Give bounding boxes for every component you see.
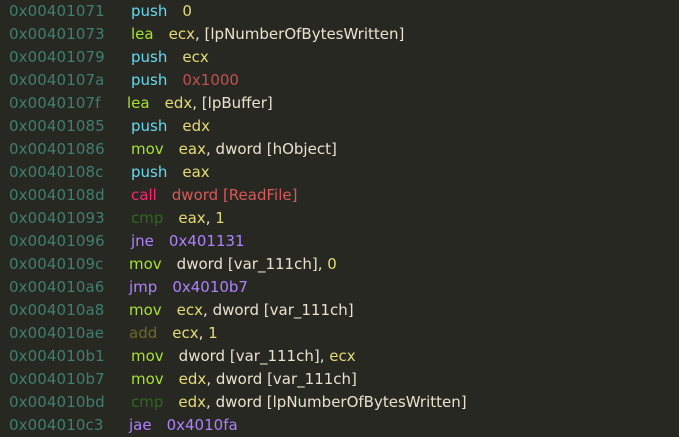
instruction-operands: edx — [182, 117, 210, 135]
instruction-address[interactable]: 0x00401071 — [9, 0, 105, 23]
instruction-operands: eax, 1 — [178, 209, 225, 227]
instruction-operands: ecx, dword [var_111ch] — [176, 301, 354, 319]
instruction-mnemonic: push — [131, 2, 168, 20]
instruction-mnemonic: mov — [129, 301, 162, 319]
instruction-address[interactable]: 0x00401079 — [9, 46, 105, 69]
instruction-address[interactable]: 0x00401086 — [9, 138, 105, 161]
instruction-address[interactable]: 0x004010a6 — [9, 276, 104, 299]
instruction-operands: dword [var_111ch], ecx — [178, 347, 356, 365]
instruction-mnemonic: mov — [131, 370, 164, 388]
instruction-address[interactable]: 0x0040108d — [9, 184, 105, 207]
instruction-mnemonic: mov — [131, 140, 164, 158]
instruction-operands: 0x4010fa — [166, 416, 238, 434]
instruction-operands: edx, dword [lpNumberOfBytesWritten] — [178, 393, 467, 411]
instruction-operands: 0x401131 — [168, 232, 245, 250]
instruction-operands: dword [ReadFile] — [171, 186, 298, 204]
instruction-mnemonic: push — [131, 48, 168, 66]
instruction-operands: 0 — [182, 2, 192, 20]
instruction-address[interactable]: 0x004010bd — [9, 391, 105, 414]
instruction-address[interactable]: 0x0040107a — [9, 69, 104, 92]
instruction-mnemonic: lea — [127, 94, 150, 112]
instruction-mnemonic: jne — [131, 232, 154, 250]
instruction-mnemonic: jae — [129, 416, 152, 434]
instruction-operands: ecx, 1 — [172, 324, 218, 342]
instruction-mnemonic: lea — [131, 25, 154, 43]
instruction-address[interactable]: 0x0040107f — [9, 92, 101, 115]
instruction-mnemonic: cmp — [131, 393, 164, 411]
instruction-address[interactable]: 0x004010c3 — [9, 414, 103, 437]
instruction-operands: edx, dword [var_111ch] — [178, 370, 357, 388]
instruction-mnemonic: call — [131, 186, 157, 204]
instruction-address[interactable]: 0x0040109c — [9, 253, 103, 276]
instruction-operands: ecx — [182, 48, 209, 66]
instruction-address[interactable]: 0x00401093 — [9, 207, 105, 230]
instruction-operands: eax — [182, 163, 210, 181]
instruction-address[interactable]: 0x0040108c — [9, 161, 103, 184]
instruction-address[interactable]: 0x004010a8 — [9, 299, 104, 322]
instruction-operands: eax, dword [hObject] — [178, 140, 337, 158]
instruction-address[interactable]: 0x00401073 — [9, 23, 105, 46]
instruction-address[interactable]: 0x004010ae — [9, 322, 104, 345]
instruction-operands: ecx, [lpNumberOfBytesWritten] — [168, 25, 405, 43]
instruction-mnemonic: add — [129, 324, 158, 342]
instruction-operands: edx, [lpBuffer] — [164, 94, 273, 112]
disassembly-view: 0x00401071 push 0 0x00401073 lea ecx, [lpNumb… — [0, 0, 679, 436]
instruction-address[interactable]: 0x004010b1 — [9, 345, 105, 368]
instruction-mnemonic: push — [131, 117, 168, 135]
instruction-mnemonic: cmp — [131, 209, 164, 227]
instruction-operands: 0x4010b7 — [172, 278, 248, 296]
instruction-mnemonic: mov — [129, 255, 162, 273]
instruction-address[interactable]: 0x00401096 — [9, 230, 105, 253]
instruction-address[interactable]: 0x004010b7 — [9, 368, 105, 391]
instruction-mnemonic: push — [131, 163, 168, 181]
instruction-mnemonic: push — [131, 71, 168, 89]
instruction-mnemonic: jmp — [129, 278, 158, 296]
instruction-operands: dword [var_111ch], 0 — [176, 255, 337, 273]
instruction-mnemonic: mov — [131, 347, 164, 365]
instruction-operands: 0x1000 — [182, 71, 239, 89]
instruction-address[interactable]: 0x00401085 — [9, 115, 105, 138]
